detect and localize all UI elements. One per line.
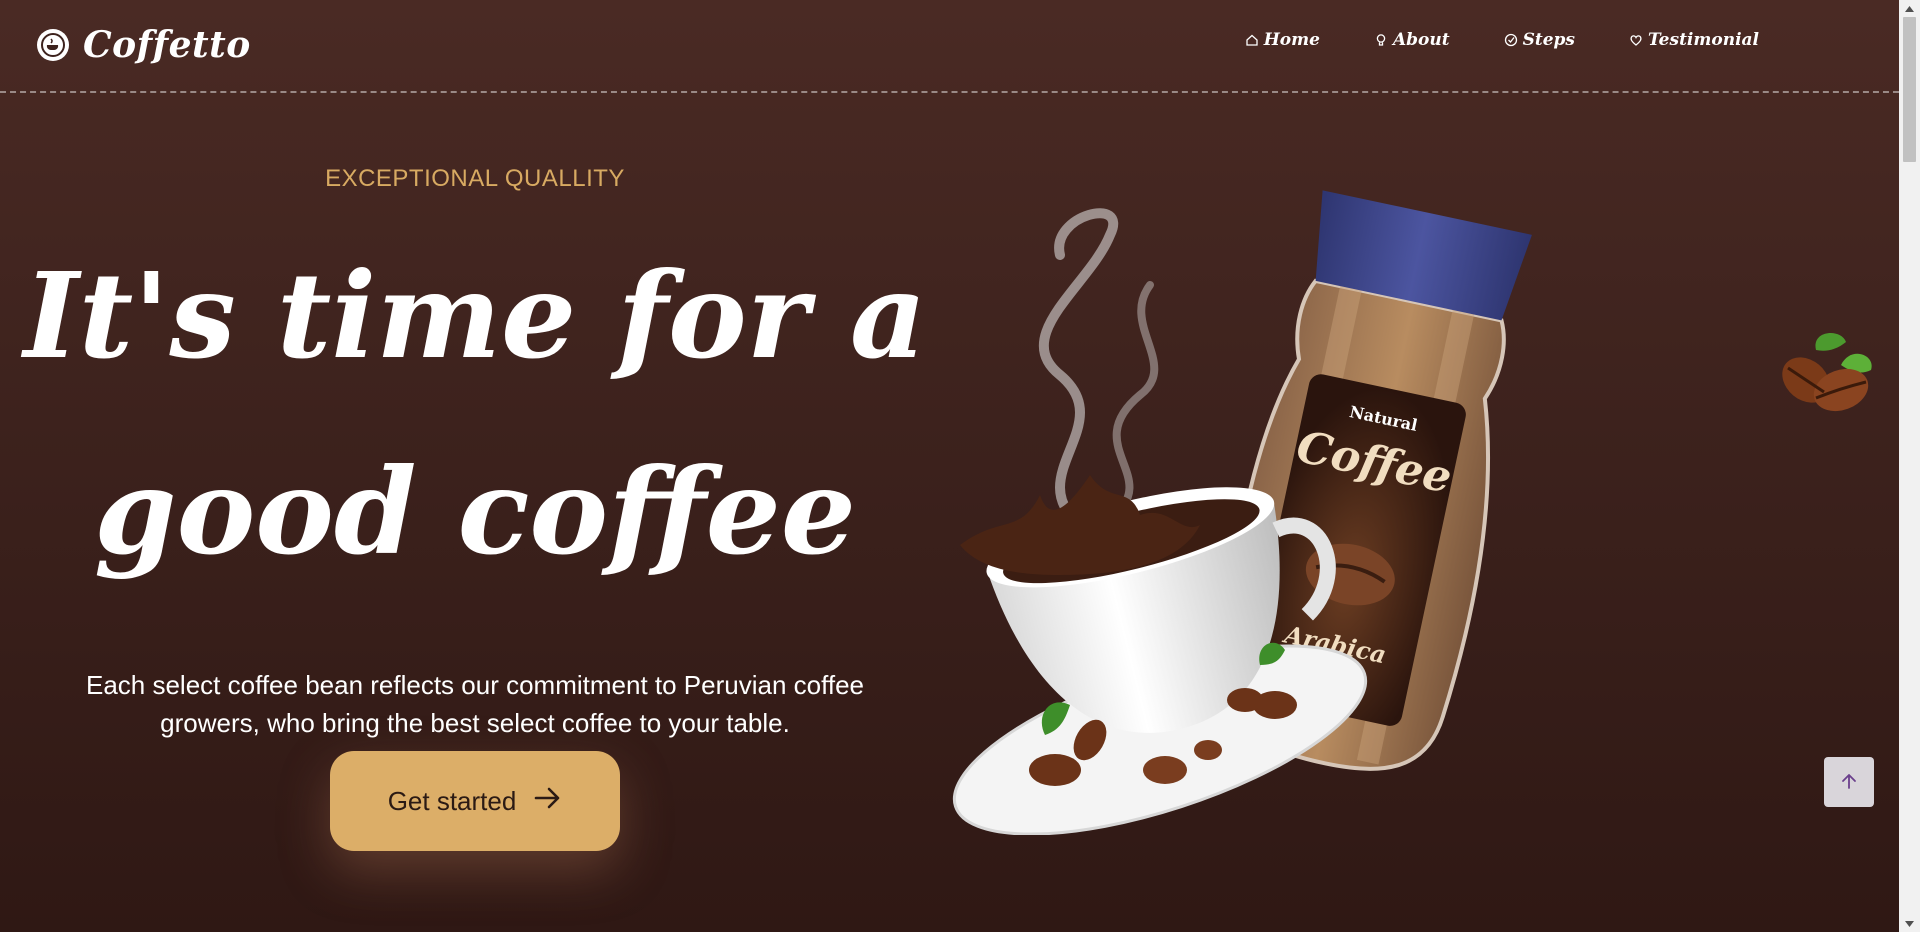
heart-icon [1629, 33, 1643, 47]
nav-item-testimonial[interactable]: Testimonial [1629, 30, 1759, 50]
coffee-beans-icon [1782, 332, 1872, 412]
arrow-right-icon [534, 786, 562, 817]
nav-item-label: Testimonial [1647, 30, 1759, 50]
arrow-up-icon [1840, 772, 1858, 793]
site-header: Coffetto Home About Steps Testimonial [0, 0, 1899, 92]
nav-item-label: Steps [1522, 30, 1575, 50]
scrollbar-down-arrow-icon[interactable] [1899, 915, 1920, 932]
nav-item-about[interactable]: About [1374, 30, 1450, 50]
get-started-label: Get started [387, 785, 517, 816]
header-divider [0, 91, 1899, 93]
logo[interactable]: Coffetto [37, 24, 251, 66]
hero-description: Each select coffee bean reflects our com… [0, 666, 950, 742]
scroll-to-top-button[interactable] [1824, 757, 1874, 807]
scrollbar-up-arrow-icon[interactable] [1899, 0, 1920, 17]
page: Coffetto Home About Steps Testimonial EX… [0, 0, 1899, 932]
hero-headline-line2: good coffee [94, 442, 856, 581]
lightbulb-icon [1374, 33, 1388, 47]
hero-headline-line1: It's time for a [23, 246, 927, 385]
brand-name: Coffetto [83, 24, 251, 66]
get-started-button[interactable]: Get started [330, 751, 620, 851]
scrollbar-thumb[interactable] [1903, 17, 1916, 162]
nav-item-label: Home [1263, 30, 1320, 50]
nav-item-steps[interactable]: Steps [1504, 30, 1575, 50]
nav-item-label: About [1392, 30, 1450, 50]
main-nav: Home About Steps Testimonial [1245, 30, 1759, 50]
coffee-cup-icon [37, 29, 69, 61]
coffee-product-illustration: Natural Coffee Arabica [952, 190, 1532, 835]
check-circle-icon [1504, 33, 1518, 47]
home-icon [1245, 33, 1259, 47]
hero-eyebrow: EXCEPTIONAL QUALLITY [325, 165, 625, 192]
page-scrollbar[interactable] [1899, 0, 1920, 932]
hero-headline: It's time for a good coffee [0, 218, 950, 610]
hero-description-line2: growers, who bring the best select coffe… [160, 708, 790, 738]
nav-item-home[interactable]: Home [1245, 30, 1320, 50]
hero-description-line1: Each select coffee bean reflects our com… [85, 670, 864, 700]
